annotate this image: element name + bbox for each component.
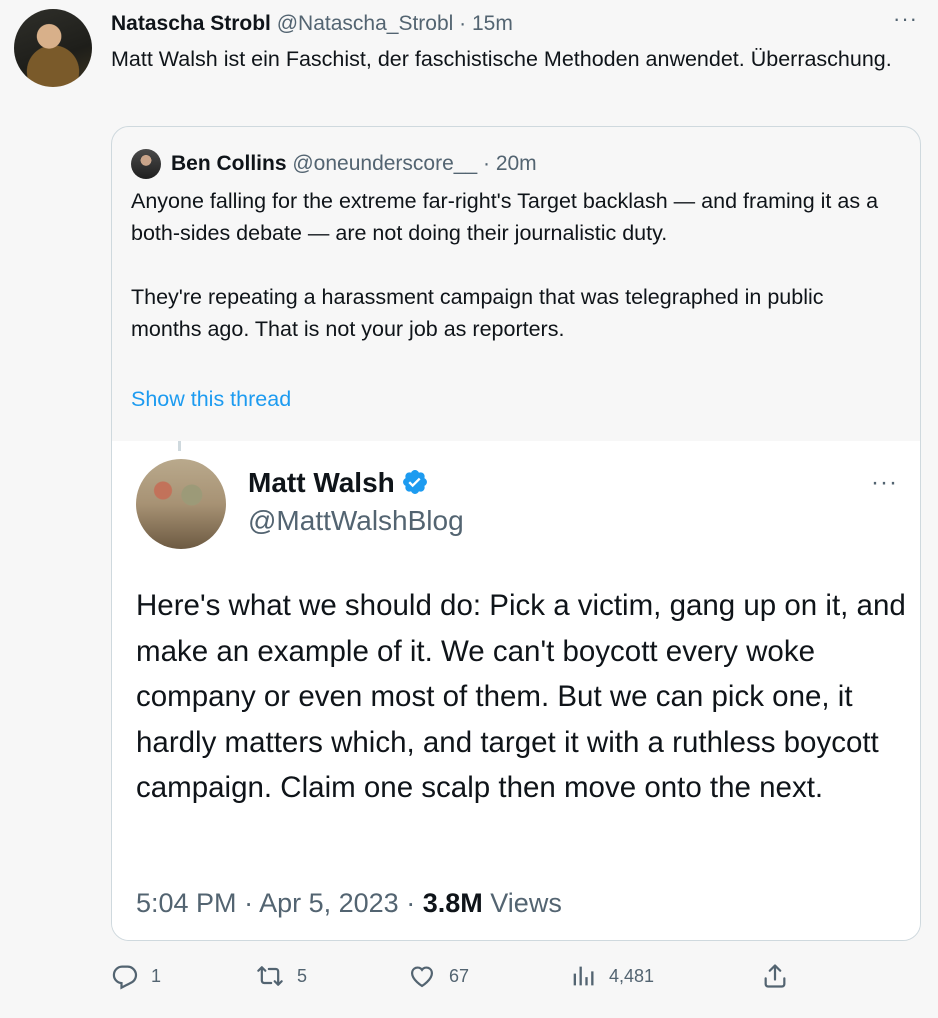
quoted-author-name[interactable]: Ben Collins (171, 152, 287, 175)
embedded-author-name-row: Matt Walsh (248, 465, 429, 505)
action-bar: 1 5 67 4,481 (111, 958, 811, 994)
embedded-date: Apr 5, 2023 (259, 888, 399, 918)
embedded-author-avatar (136, 459, 226, 549)
analytics-icon (569, 962, 597, 990)
retweet-button[interactable]: 5 (255, 958, 307, 994)
separator: · (406, 888, 416, 918)
verified-badge-icon (401, 468, 429, 505)
tweet-text: Matt Walsh ist ein Faschist, der faschis… (111, 47, 892, 71)
separator: · (459, 12, 467, 35)
quoted-author-handle[interactable]: @oneunderscore__ (292, 152, 477, 175)
embedded-meta: 5:04 PM · Apr 5, 2023 · 3.8M Views (136, 885, 562, 921)
retweet-count: 5 (297, 965, 308, 986)
embedded-author-name: Matt Walsh (248, 467, 395, 498)
author-handle[interactable]: @Natascha_Strobl (277, 12, 454, 35)
embedded-time: 5:04 PM (136, 888, 237, 918)
embedded-more-icon: ··· (871, 469, 898, 496)
share-icon (761, 962, 789, 990)
tweet-header: Natascha Strobl @Natascha_Strobl · 15m (111, 10, 513, 38)
reply-button[interactable]: 1 (111, 958, 161, 994)
quoted-tweet-header: Ben Collins @oneunderscore__ · 20m (171, 149, 537, 179)
separator: · (482, 152, 490, 175)
thread-line (178, 441, 181, 451)
views-count: 4,481 (609, 965, 655, 986)
more-options-icon[interactable]: ··· (893, 6, 918, 32)
quoted-tweet-text: Anyone falling for the extreme far-right… (131, 185, 891, 345)
separator: · (244, 888, 254, 918)
quoted-paragraph-2: They're repeating a harassment campaign … (131, 285, 824, 341)
author-name[interactable]: Natascha Strobl (111, 12, 271, 35)
quoted-paragraph-1: Anyone falling for the extreme far-right… (131, 189, 879, 245)
author-avatar[interactable] (14, 9, 92, 87)
reply-count: 1 (151, 965, 162, 986)
like-button[interactable]: 67 (407, 958, 469, 994)
embedded-views-count: 3.8M (422, 888, 483, 918)
share-button[interactable] (761, 958, 789, 994)
embedded-author-handle: @MattWalshBlog (248, 505, 464, 536)
quoted-timestamp[interactable]: 20m (496, 152, 537, 175)
show-thread-link[interactable]: Show this thread (131, 383, 291, 415)
embedded-tweet-image[interactable]: Matt Walsh @MattWalshBlog ··· Here's wha… (112, 441, 920, 940)
quoted-tweet[interactable]: Ben Collins @oneunderscore__ · 20m Anyon… (111, 126, 921, 941)
heart-icon (407, 962, 437, 990)
views-button[interactable]: 4,481 (569, 958, 654, 994)
quoted-author-avatar[interactable] (131, 149, 161, 179)
retweet-icon (255, 962, 285, 990)
like-count: 67 (449, 965, 470, 986)
reply-icon (111, 962, 139, 990)
timestamp[interactable]: 15m (472, 12, 513, 35)
embedded-views-label: Views (490, 888, 562, 918)
embedded-tweet-text: Here's what we should do: Pick a victim,… (136, 589, 906, 804)
